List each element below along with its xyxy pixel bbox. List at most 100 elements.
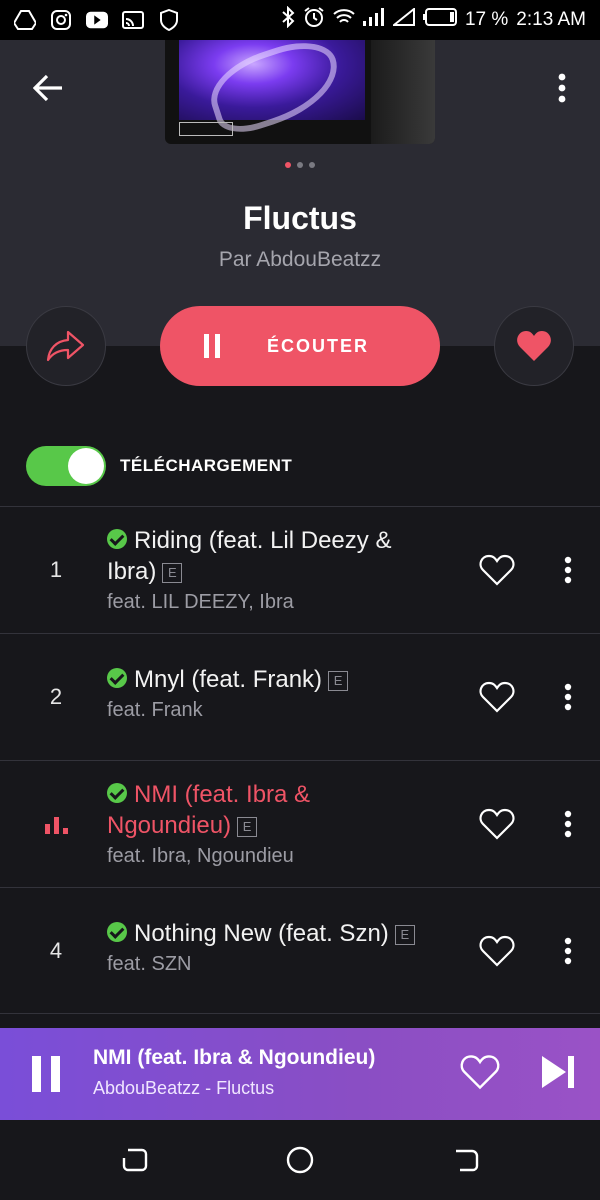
track-number: 2 bbox=[49, 684, 63, 709]
cover-artwork bbox=[179, 40, 365, 120]
album-header: Fluctus Par AbdouBeatzz bbox=[0, 40, 600, 346]
wifi-icon bbox=[333, 8, 355, 32]
downloaded-check-icon bbox=[107, 922, 127, 942]
kebab-icon bbox=[558, 73, 566, 103]
explicit-icon: E bbox=[394, 925, 415, 945]
shield-icon bbox=[158, 9, 180, 31]
download-row: TÉLÉCHARGEMENT bbox=[26, 446, 292, 486]
play-album-button[interactable]: ÉCOUTER bbox=[160, 306, 440, 386]
drive-icon bbox=[14, 9, 36, 31]
toggle-knob bbox=[68, 448, 104, 484]
downloaded-check-icon bbox=[107, 783, 127, 803]
share-button[interactable] bbox=[26, 306, 106, 386]
battery-percent: 17 % bbox=[464, 9, 509, 30]
cast-icon bbox=[122, 9, 144, 31]
download-toggle[interactable] bbox=[26, 446, 106, 486]
instagram-icon bbox=[50, 9, 72, 31]
heart-outline-icon bbox=[479, 681, 515, 713]
track-title: Riding (feat. Lil Deezy & Ibra) bbox=[107, 527, 392, 585]
heart-outline-icon bbox=[460, 1055, 500, 1090]
track-like-button[interactable] bbox=[476, 930, 518, 972]
alarm-icon bbox=[303, 6, 325, 34]
kebab-icon bbox=[564, 937, 572, 964]
recent-apps-button[interactable] bbox=[120, 1146, 150, 1176]
track-title: Mnyl (feat. Frank) bbox=[134, 666, 323, 693]
carousel-dot[interactable] bbox=[309, 162, 315, 168]
youtube-icon bbox=[86, 9, 108, 31]
carousel-dot[interactable] bbox=[285, 162, 291, 168]
mini-track-title: NMI (feat. Ibra & Ngoundieu) bbox=[93, 1046, 376, 1069]
more-options-button[interactable] bbox=[546, 66, 578, 110]
track-artists: feat. Frank bbox=[107, 699, 203, 721]
heart-filled-icon bbox=[517, 331, 551, 361]
heart-outline-icon bbox=[479, 554, 515, 586]
home-button[interactable] bbox=[286, 1146, 316, 1176]
home-icon bbox=[286, 1146, 314, 1174]
back-button[interactable] bbox=[26, 66, 70, 110]
album-title: Fluctus bbox=[243, 200, 357, 236]
explicit-icon: E bbox=[237, 817, 258, 837]
explicit-icon: E bbox=[162, 563, 183, 583]
track-number: 4 bbox=[49, 937, 63, 963]
track-artists: feat. SZN bbox=[107, 953, 192, 975]
track-row[interactable]: 2 Mnyl (feat. Frank) E feat. Frank bbox=[0, 633, 600, 760]
next-track-button[interactable] bbox=[540, 1054, 580, 1094]
battery-icon bbox=[422, 8, 457, 32]
downloaded-check-icon bbox=[107, 529, 127, 549]
signal-icon bbox=[362, 8, 385, 32]
track-info: NMI (feat. Ibra & Ngoundieu) E feat. Ibra… bbox=[107, 779, 437, 868]
album-cover[interactable] bbox=[165, 40, 435, 144]
track-more-button[interactable] bbox=[554, 549, 582, 591]
play-label: ÉCOUTER bbox=[266, 335, 369, 356]
album-artist[interactable]: Par AbdouBeatzz bbox=[0, 248, 600, 272]
track-more-button[interactable] bbox=[554, 803, 582, 845]
mini-track-subtitle: AbdouBeatzz - Fluctus bbox=[93, 1078, 275, 1098]
track-more-button[interactable] bbox=[554, 676, 582, 718]
system-nav-bar bbox=[0, 1120, 600, 1200]
track-title-line: NMI (feat. Ibra & Ngoundieu) E bbox=[107, 779, 437, 841]
track-like-button[interactable] bbox=[476, 676, 518, 718]
track-artists: feat. Ibra, Ngoundieu bbox=[107, 845, 294, 867]
track-row-active[interactable]: NMI (feat. Ibra & Ngoundieu) E feat. Ibra… bbox=[0, 760, 600, 887]
favorite-album-button[interactable] bbox=[494, 306, 574, 386]
track-like-button[interactable] bbox=[476, 549, 518, 591]
status-bar: 17 % 2:13 AM bbox=[0, 0, 600, 40]
carousel-indicator bbox=[0, 162, 600, 168]
track-info: Nothing New (feat. Szn) E feat. SZN bbox=[107, 918, 437, 976]
back-arrow-icon bbox=[33, 74, 62, 102]
bluetooth-icon bbox=[281, 5, 295, 34]
mini-player[interactable]: NMI (feat. Ibra & Ngoundieu) AbdouBeatzz… bbox=[0, 1028, 600, 1120]
track-title: NMI (feat. Ibra & Ngoundieu) bbox=[107, 781, 311, 839]
track-title: Nothing New (feat. Szn) bbox=[134, 920, 389, 947]
mini-pause-button[interactable] bbox=[30, 1056, 62, 1092]
track-info: Mnyl (feat. Frank) E feat. Frank bbox=[107, 664, 437, 722]
signal-outline-icon bbox=[391, 6, 415, 32]
back-nav-icon bbox=[456, 1149, 479, 1172]
back-nav-button[interactable] bbox=[452, 1146, 482, 1176]
heart-outline-icon bbox=[479, 808, 515, 840]
track-more-button[interactable] bbox=[554, 930, 582, 972]
track-title-line: Mnyl (feat. Frank) E bbox=[107, 664, 437, 695]
cover-side-panel bbox=[371, 40, 435, 144]
track-row[interactable]: 4 Nothing New (feat. Szn) E feat. SZN bbox=[0, 887, 600, 1014]
pause-icon bbox=[32, 1056, 60, 1092]
heart-outline-icon bbox=[479, 935, 515, 967]
track-title-line: Nothing New (feat. Szn) E bbox=[107, 918, 437, 949]
now-playing-equalizer-icon bbox=[45, 817, 68, 834]
kebab-icon bbox=[564, 683, 572, 711]
track-row[interactable]: 1 Riding (feat. Lil Deezy & Ibra) E feat.… bbox=[0, 506, 600, 633]
mini-like-button[interactable] bbox=[460, 1054, 500, 1094]
clock: 2:13 AM bbox=[516, 9, 586, 30]
kebab-icon bbox=[564, 556, 572, 584]
explicit-icon: E bbox=[328, 671, 349, 691]
track-title-line: Riding (feat. Lil Deezy & Ibra) E bbox=[107, 525, 437, 587]
parental-advisory-badge bbox=[179, 122, 233, 136]
skip-next-icon bbox=[542, 1056, 574, 1088]
download-label: TÉLÉCHARGEMENT bbox=[120, 456, 293, 475]
track-like-button[interactable] bbox=[476, 803, 518, 845]
track-number: 1 bbox=[49, 557, 63, 582]
recent-apps-icon bbox=[122, 1148, 148, 1172]
kebab-icon bbox=[564, 810, 572, 838]
downloaded-check-icon bbox=[107, 668, 127, 688]
carousel-dot[interactable] bbox=[297, 162, 303, 168]
